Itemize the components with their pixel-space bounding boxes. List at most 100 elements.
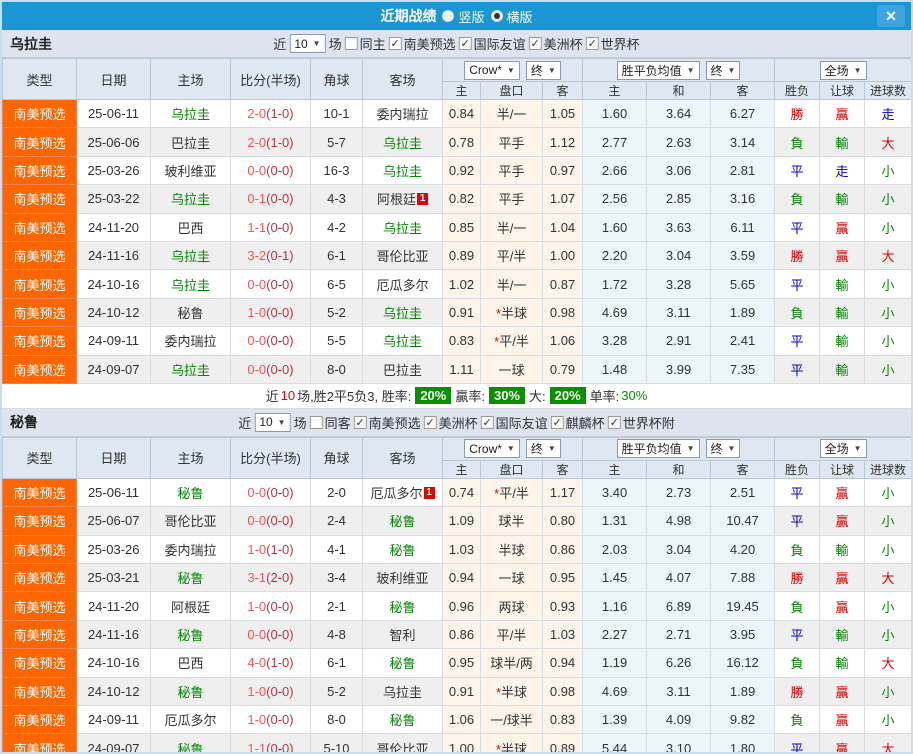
avg-select[interactable]: 胜平负均值 ▼ xyxy=(616,439,700,459)
same-venue-checkbox-box[interactable] xyxy=(344,37,358,50)
result-wdl-cell: 負 xyxy=(774,534,821,565)
avg-select[interactable]: 胜平负均值 ▼ xyxy=(616,60,700,80)
competition-checkbox-0[interactable]: ✓ 南美预选 xyxy=(388,34,456,53)
summary-text: 贏率: xyxy=(455,389,485,405)
competition-checkbox-4[interactable]: ✓ 世界杯附 xyxy=(607,413,675,432)
result-group-header: 全场 ▼ xyxy=(774,58,911,82)
same-venue-checkbox[interactable]: 同客 xyxy=(309,413,351,432)
avg-away-cell: 3.59 xyxy=(710,240,776,271)
result-goals-cell: 小 xyxy=(864,619,911,650)
avg-home-cell: 4.69 xyxy=(582,676,648,707)
table-row: 南美预选 25-06-11 秘鲁 0-0(0-0) 2-0 厄瓜多尔 1 0.74 *平/半 1.… xyxy=(2,477,911,508)
date-cell: 25-03-21 xyxy=(76,563,151,593)
table-row: 南美预选 24-09-11 委内瑞拉 0-0(0-0) 5-5 乌拉圭 0.83 *平/半 1.… xyxy=(2,326,911,356)
competition-label: 世界杯附 xyxy=(622,415,675,431)
result-goals-cell: 小 xyxy=(864,212,911,242)
competition-checkbox-box-3[interactable]: ✓ xyxy=(585,37,599,50)
away-team-cell: 哥伦比亚 xyxy=(362,240,443,271)
avg-draw-cell: 3.64 xyxy=(646,98,712,129)
final-select-2[interactable]: 终 ▼ xyxy=(705,439,741,459)
competition-checkbox-box-4[interactable]: ✓ xyxy=(607,415,621,429)
away-odds-cell: 1.12 xyxy=(541,127,584,157)
section-header-peru: 秘鲁近 10 ▼ 场同客 ✓ 南美预选 ✓ 美洲杯 ✓ 国际友谊 ✓ 麒麟杯 ✓ 世界杯附 xyxy=(2,408,911,437)
final-select-2[interactable]: 终 ▼ xyxy=(705,60,741,80)
competition-checkbox-3[interactable]: ✓ 世界杯 xyxy=(585,34,640,53)
avg-draw-cell: 3.04 xyxy=(646,534,712,565)
competition-checkbox-0[interactable]: ✓ 南美预选 xyxy=(353,413,421,432)
layout-radio-vertical[interactable]: 竖版 xyxy=(442,7,485,26)
final-select-1-value: 终 xyxy=(530,442,543,457)
recent-count-select[interactable]: 10 ▼ xyxy=(289,34,326,53)
competition-checkbox-box-3[interactable]: ✓ xyxy=(550,415,564,429)
avg-draw-cell: 2.73 xyxy=(646,477,712,508)
table-row: 南美预选 25-03-26 委内瑞拉 1-0(1-0) 4-1 秘鲁 1.03 半球 0.86 2… xyxy=(2,534,911,565)
away-odds-cell: 1.07 xyxy=(541,184,584,214)
final-select-1[interactable]: 终 ▼ xyxy=(525,439,561,459)
fulltime-score: 1-0 xyxy=(247,683,267,699)
competition-checkbox-box-2[interactable]: ✓ xyxy=(528,37,542,50)
layout-radio-horizontal[interactable]: 横版 xyxy=(490,7,533,26)
odds-source-select[interactable]: Crow* ▼ xyxy=(464,60,520,80)
result-goals-cell: 小 xyxy=(864,155,911,186)
competition-checkbox-2[interactable]: ✓ 美洲杯 xyxy=(528,34,583,53)
halftime-score: (0-0) xyxy=(266,513,294,529)
competition-checkbox-box-2[interactable]: ✓ xyxy=(480,415,494,429)
avg-draw-cell: 4.98 xyxy=(646,506,712,536)
table-row: 南美预选 24-09-11 厄瓜多尔 1-0(0-0) 8-0 秘鲁 1.06 一/球半 0.8… xyxy=(2,705,911,735)
competition-checkbox-1[interactable]: ✓ 美洲杯 xyxy=(423,413,478,432)
competition-checkbox-1[interactable]: ✓ 国际友谊 xyxy=(458,34,526,53)
window-title: 近期战绩 xyxy=(380,8,437,24)
avg-away-cell: 3.14 xyxy=(710,127,776,157)
competition-checkbox-box-0[interactable]: ✓ xyxy=(353,415,367,429)
date-cell: 25-03-26 xyxy=(76,155,151,186)
odds-source-select[interactable]: Crow* ▼ xyxy=(464,439,520,459)
corner-cell: 4-8 xyxy=(310,619,363,650)
table-row: 南美预选 24-11-20 巴西 1-1(0-0) 4-2 乌拉圭 0.85 半/一 1.04 1… xyxy=(2,212,911,242)
home-odds-cell: 0.94 xyxy=(442,563,481,593)
result-handicap-cell: 輸 xyxy=(819,619,866,650)
games-label: 场 xyxy=(293,415,307,431)
summary-text: 30% xyxy=(621,388,648,404)
scope-select[interactable]: 全场 ▼ xyxy=(819,439,867,459)
home-odds-cell: 1.02 xyxy=(442,269,481,299)
handicap-cell: 半/一 xyxy=(480,212,543,242)
avg-home-cell: 2.03 xyxy=(582,534,648,565)
same-venue-checkbox[interactable]: 同主 xyxy=(344,34,386,53)
date-cell: 24-09-07 xyxy=(76,354,151,384)
avg-home-cell: 4.69 xyxy=(582,297,648,328)
result-handicap-cell: 贏 xyxy=(819,705,866,735)
final-select-1[interactable]: 终 ▼ xyxy=(525,60,561,80)
type-cell: 南美预选 xyxy=(2,563,77,593)
home-team-cell: 乌拉圭 xyxy=(150,240,231,271)
fulltime-score: 1-0 xyxy=(247,541,267,557)
type-cell: 南美预选 xyxy=(2,676,77,707)
away-odds-cell: 0.86 xyxy=(541,534,584,565)
score-cell: 1-0(0-0) xyxy=(230,705,311,735)
recent-count-select[interactable]: 10 ▼ xyxy=(254,412,291,432)
scope-select[interactable]: 全场 ▼ xyxy=(819,60,867,80)
col-header-type: 类型 xyxy=(2,58,77,100)
corner-cell: 16-3 xyxy=(310,155,363,186)
competition-checkbox-box-1[interactable]: ✓ xyxy=(423,415,437,429)
col-header-corner: 角球 xyxy=(310,436,363,479)
table-row: 南美预选 25-03-21 秘鲁 3-1(2-0) 3-4 玻利维亚 0.94 一球 0.95 1… xyxy=(2,563,911,593)
avg-away-cell: 7.88 xyxy=(710,563,776,593)
close-button[interactable]: ✕ xyxy=(877,5,905,27)
date-cell: 24-10-12 xyxy=(76,676,151,707)
radio-icon-selected[interactable] xyxy=(490,10,503,22)
competition-label: 世界杯 xyxy=(600,37,640,52)
competition-checkbox-2[interactable]: ✓ 国际友谊 xyxy=(480,413,548,432)
same-venue-checkbox-box[interactable] xyxy=(309,415,323,429)
chevron-down-icon: ▼ xyxy=(547,444,556,454)
competition-checkbox-box-1[interactable]: ✓ xyxy=(458,37,472,50)
halftime-score: (0-0) xyxy=(266,191,294,207)
competition-checkbox-3[interactable]: ✓ 麒麟杯 xyxy=(550,413,605,432)
result-goals-cell: 小 xyxy=(864,269,911,299)
reverse-handicap-star: * xyxy=(494,334,500,350)
competition-checkbox-box-0[interactable]: ✓ xyxy=(388,37,402,50)
radio-icon[interactable] xyxy=(442,10,455,22)
away-odds-cell: 1.04 xyxy=(541,212,584,242)
avg-away-cell: 16.12 xyxy=(710,648,776,678)
fulltime-score: 3-2 xyxy=(247,248,267,264)
chevron-down-icon: ▼ xyxy=(312,39,321,48)
